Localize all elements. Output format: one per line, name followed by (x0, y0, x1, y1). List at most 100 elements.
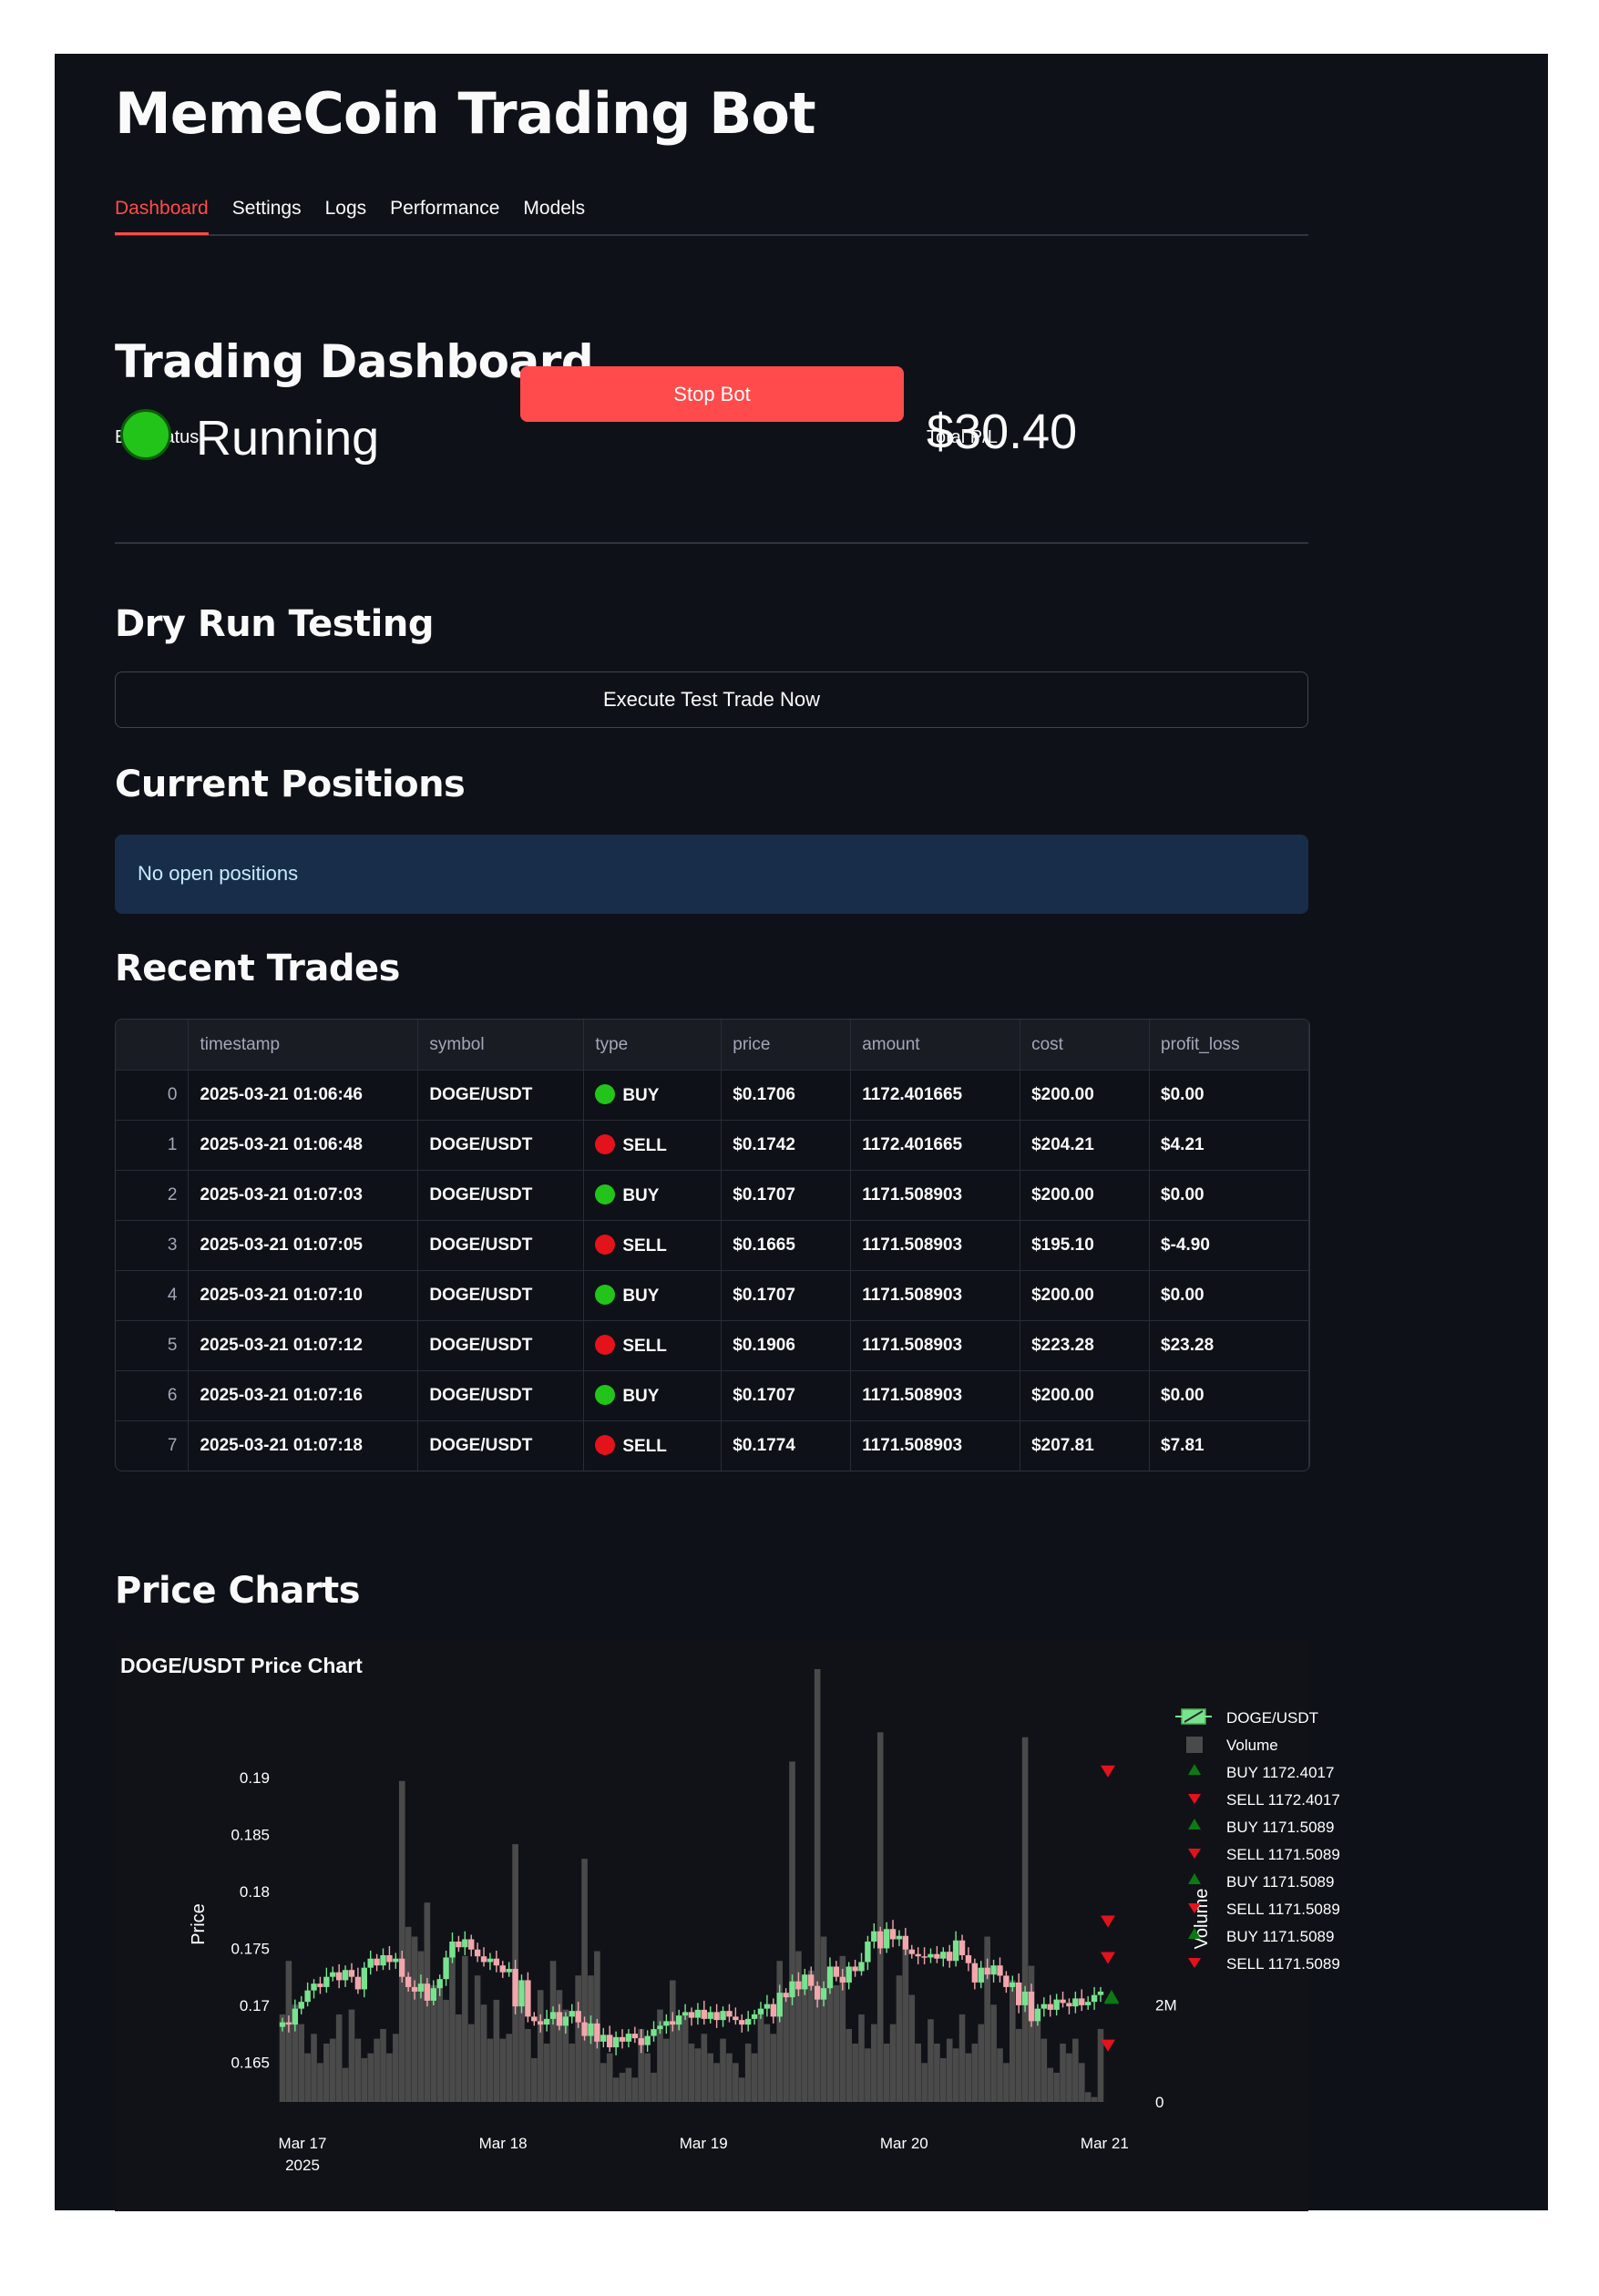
cell-type[interactable]: SELL (583, 1420, 723, 1471)
cell-cost[interactable]: $223.28 (1020, 1320, 1151, 1371)
tab-logs[interactable]: Logs (325, 187, 367, 232)
cell-profit-loss[interactable]: $23.28 (1149, 1320, 1309, 1371)
cell-symbol[interactable]: DOGE/USDT (417, 1220, 585, 1271)
cell-symbol[interactable]: DOGE/USDT (417, 1320, 585, 1371)
cell-profit-loss[interactable]: $0.00 (1149, 1070, 1309, 1121)
cell-index[interactable]: 4 (116, 1270, 190, 1321)
cell-amount[interactable]: 1171.508903 (850, 1420, 1021, 1471)
column-header-price[interactable]: price (721, 1020, 852, 1071)
cell-symbol[interactable]: DOGE/USDT (417, 1070, 585, 1121)
cell-profit-loss[interactable]: $4.21 (1149, 1120, 1309, 1171)
cell-amount[interactable]: 1171.508903 (850, 1370, 1021, 1421)
table-row[interactable]: 7 2025-03-21 01:07:18 DOGE/USDT SELL $0.1774… (116, 1420, 1309, 1471)
price-chart[interactable]: 0.165 0.17 0.175 0.18 0.185 0.19 Price 0 2M Volum… (0, 1658, 1599, 2296)
legend-sell-icon (1188, 1958, 1201, 1968)
table-row[interactable]: 6 2025-03-21 01:07:16 DOGE/USDT BUY $0.1707 1… (116, 1370, 1309, 1421)
cell-amount[interactable]: 1171.508903 (850, 1170, 1021, 1221)
candle-body (984, 1967, 990, 1975)
cell-timestamp[interactable]: 2025-03-21 01:07:03 (188, 1170, 419, 1221)
cell-type[interactable]: SELL (583, 1320, 723, 1371)
cell-profit-loss[interactable]: $0.00 (1149, 1370, 1309, 1421)
cell-index[interactable]: 3 (116, 1220, 190, 1271)
cell-timestamp[interactable]: 2025-03-21 01:07:16 (188, 1370, 419, 1421)
column-header-type[interactable]: type (583, 1020, 723, 1071)
cell-profit-loss[interactable]: $-4.90 (1149, 1220, 1309, 1271)
table-row[interactable]: 1 2025-03-21 01:06:48 DOGE/USDT SELL $0.1742… (116, 1120, 1309, 1171)
cell-symbol[interactable]: DOGE/USDT (417, 1270, 585, 1321)
cell-timestamp[interactable]: 2025-03-21 01:07:10 (188, 1270, 419, 1321)
cell-cost[interactable]: $200.00 (1020, 1270, 1151, 1321)
table-row[interactable]: 3 2025-03-21 01:07:05 DOGE/USDT SELL $0.1665… (116, 1220, 1309, 1271)
cell-price[interactable]: $0.1707 (721, 1270, 852, 1321)
cell-type[interactable]: BUY (583, 1070, 723, 1121)
cell-cost[interactable]: $195.10 (1020, 1220, 1151, 1271)
volume-bar (456, 2014, 462, 2102)
table-row[interactable]: 0 2025-03-21 01:06:46 DOGE/USDT BUY $0.1706 1… (116, 1070, 1309, 1121)
cell-profit-loss[interactable]: $0.00 (1149, 1170, 1309, 1221)
cell-cost[interactable]: $204.21 (1020, 1120, 1151, 1171)
cell-cost[interactable]: $207.81 (1020, 1420, 1151, 1471)
table-row[interactable]: 5 2025-03-21 01:07:12 DOGE/USDT SELL $0.1906… (116, 1320, 1309, 1371)
column-header-timestamp[interactable]: timestamp (188, 1020, 419, 1071)
cell-index[interactable]: 0 (116, 1070, 190, 1121)
cell-timestamp[interactable]: 2025-03-21 01:06:46 (188, 1070, 419, 1121)
volume-bar (934, 2043, 940, 2102)
cell-type[interactable]: SELL (583, 1220, 723, 1271)
cell-price[interactable]: $0.1707 (721, 1370, 852, 1421)
y-tick-label: 0.19 (240, 1769, 270, 1787)
trades-table[interactable]: timestamp symbol type price amount cost … (115, 1019, 1310, 1471)
column-header-profit-loss[interactable]: profit_loss (1149, 1020, 1309, 1071)
cell-price[interactable]: $0.1774 (721, 1420, 852, 1471)
cell-price[interactable]: $0.1906 (721, 1320, 852, 1371)
cell-price[interactable]: $0.1706 (721, 1070, 852, 1121)
cell-timestamp[interactable]: 2025-03-21 01:07:18 (188, 1420, 419, 1471)
cell-amount[interactable]: 1171.508903 (850, 1270, 1021, 1321)
cell-amount[interactable]: 1172.401665 (850, 1070, 1021, 1121)
cell-type[interactable]: SELL (583, 1120, 723, 1171)
cell-profit-loss[interactable]: $0.00 (1149, 1270, 1309, 1321)
cell-index[interactable]: 6 (116, 1370, 190, 1421)
volume-bar (669, 1980, 676, 2102)
tab-settings[interactable]: Settings (232, 187, 302, 232)
cell-symbol[interactable]: DOGE/USDT (417, 1120, 585, 1171)
cell-type[interactable]: BUY (583, 1170, 723, 1221)
column-header-cost[interactable]: cost (1020, 1020, 1151, 1071)
cell-timestamp[interactable]: 2025-03-21 01:07:05 (188, 1220, 419, 1271)
table-row[interactable]: 4 2025-03-21 01:07:10 DOGE/USDT BUY $0.1707 1… (116, 1270, 1309, 1321)
cell-cost[interactable]: $200.00 (1020, 1370, 1151, 1421)
column-header-symbol[interactable]: symbol (417, 1020, 585, 1071)
tab-performance[interactable]: Performance (390, 187, 499, 232)
cell-profit-loss[interactable]: $7.81 (1149, 1420, 1309, 1471)
cell-index[interactable]: 1 (116, 1120, 190, 1171)
cell-type[interactable]: BUY (583, 1370, 723, 1421)
cell-cost[interactable]: $200.00 (1020, 1170, 1151, 1221)
cell-timestamp[interactable]: 2025-03-21 01:07:12 (188, 1320, 419, 1371)
cell-index[interactable]: 7 (116, 1420, 190, 1471)
legend-label: SELL 1171.5089 (1226, 1901, 1340, 1918)
execute-test-trade-button[interactable]: Execute Test Trade Now (115, 671, 1308, 728)
cell-price[interactable]: $0.1707 (721, 1170, 852, 1221)
column-header-index[interactable] (116, 1020, 190, 1071)
cell-index[interactable]: 5 (116, 1320, 190, 1371)
stop-bot-button[interactable]: Stop Bot (520, 366, 904, 422)
cell-timestamp[interactable]: 2025-03-21 01:06:48 (188, 1120, 419, 1171)
cell-symbol[interactable]: DOGE/USDT (417, 1170, 585, 1221)
column-header-amount[interactable]: amount (850, 1020, 1021, 1071)
cell-index[interactable]: 2 (116, 1170, 190, 1221)
tab-dashboard[interactable]: Dashboard (115, 187, 209, 235)
candle-body (952, 1940, 959, 1962)
candle-body (764, 2004, 771, 2009)
tab-models[interactable]: Models (523, 187, 585, 232)
cell-symbol[interactable]: DOGE/USDT (417, 1370, 585, 1421)
cell-amount[interactable]: 1171.508903 (850, 1220, 1021, 1271)
cell-price[interactable]: $0.1742 (721, 1120, 852, 1171)
cell-symbol[interactable]: DOGE/USDT (417, 1420, 585, 1471)
trade-type-label: SELL (622, 1236, 667, 1256)
cell-cost[interactable]: $200.00 (1020, 1070, 1151, 1121)
volume-bar (833, 1984, 840, 2102)
table-row[interactable]: 2 2025-03-21 01:07:03 DOGE/USDT BUY $0.1707 1… (116, 1170, 1309, 1221)
cell-type[interactable]: BUY (583, 1270, 723, 1321)
cell-amount[interactable]: 1172.401665 (850, 1120, 1021, 1171)
cell-amount[interactable]: 1171.508903 (850, 1320, 1021, 1371)
cell-price[interactable]: $0.1665 (721, 1220, 852, 1271)
